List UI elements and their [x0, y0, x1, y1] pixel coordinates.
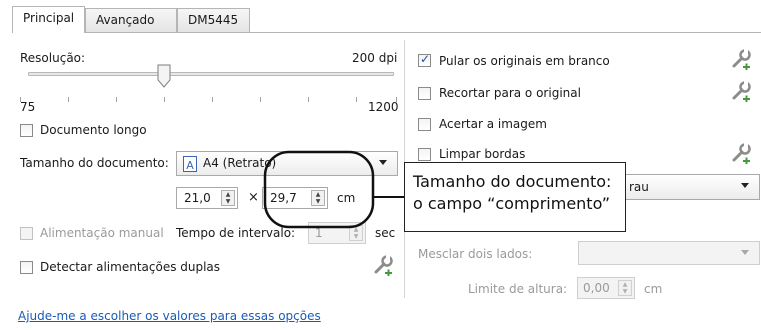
annotation-overlay [263, 150, 405, 229]
tab-principal-label: Principal [23, 11, 75, 25]
callout-line-2: o campo “comprimento” [413, 194, 611, 213]
callout-line-1: Tamanho do documento: [413, 172, 612, 191]
tab-principal[interactable]: Principal [12, 6, 85, 33]
callout-box: Tamanho do documento: o campo “comprimen… [404, 162, 626, 232]
highlight-ring [263, 150, 375, 229]
